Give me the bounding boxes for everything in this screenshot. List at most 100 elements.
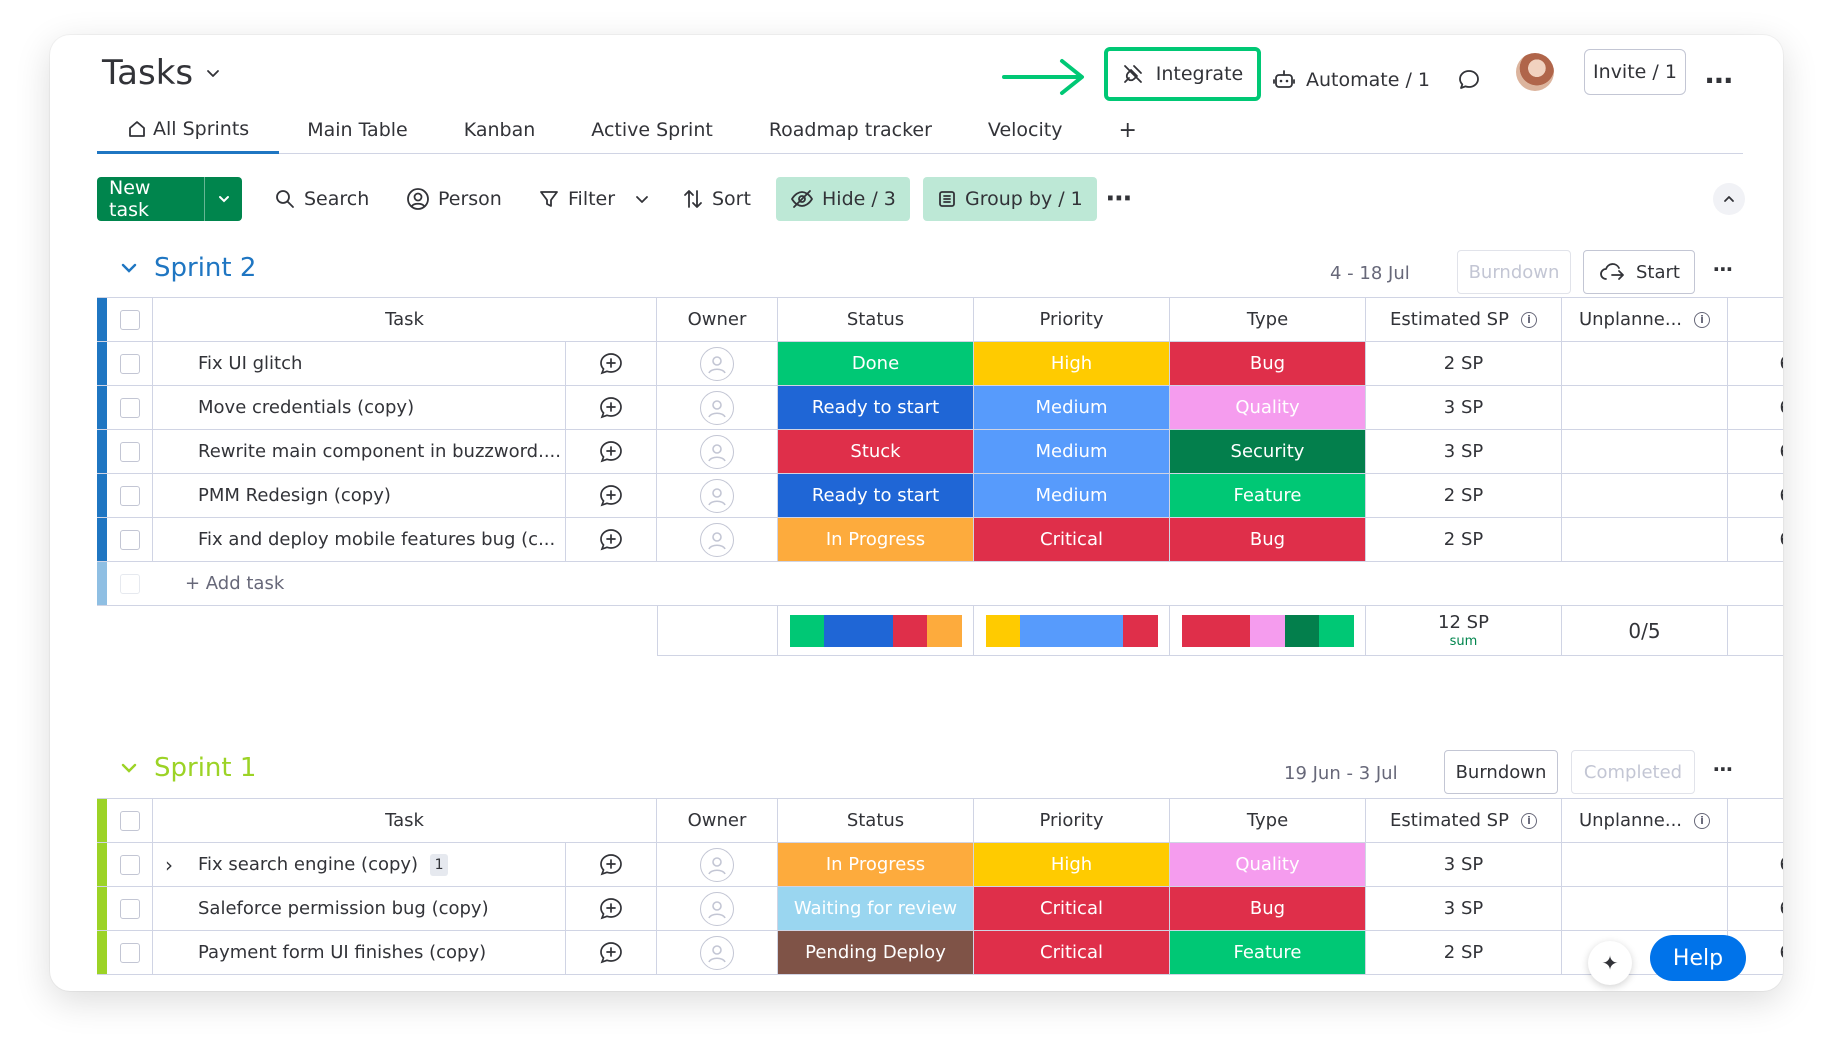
group-by-button[interactable]: Group by / 1 bbox=[923, 177, 1097, 221]
unplanned-cell[interactable] bbox=[1562, 430, 1728, 473]
search-button[interactable]: Search bbox=[274, 177, 369, 221]
add-view-button[interactable]: + bbox=[1090, 107, 1164, 154]
add-update-button[interactable] bbox=[566, 887, 657, 930]
owner-cell[interactable] bbox=[657, 430, 778, 473]
table-row[interactable]: Saleforce permission bug (copy) Waiting f… bbox=[97, 887, 1783, 931]
column-header-estimated-sp[interactable]: Estimated SP i bbox=[1366, 298, 1562, 341]
task-name-cell[interactable]: Payment form UI finishes (copy) bbox=[153, 931, 566, 974]
info-icon[interactable]: i bbox=[1520, 812, 1537, 829]
updates-button[interactable] bbox=[1456, 55, 1482, 105]
group-menu-icon[interactable]: ⋯ bbox=[1713, 257, 1733, 281]
owner-cell[interactable] bbox=[657, 843, 778, 886]
info-icon[interactable]: i bbox=[1694, 311, 1711, 328]
column-header-unplanned[interactable]: Unplanne... i bbox=[1562, 298, 1728, 341]
start-sprint-button[interactable]: Start bbox=[1583, 250, 1695, 294]
unplanned-cell[interactable] bbox=[1562, 386, 1728, 429]
person-filter-button[interactable]: Person bbox=[406, 177, 502, 221]
priority-cell[interactable]: Medium bbox=[974, 430, 1170, 473]
burndown-button[interactable]: Burndown bbox=[1457, 250, 1571, 294]
estimated-sp-cell[interactable]: 2 SP bbox=[1366, 342, 1562, 385]
column-header-owner[interactable]: Owner bbox=[657, 298, 778, 341]
new-task-dropdown[interactable] bbox=[204, 177, 242, 221]
column-header-type[interactable]: Type bbox=[1170, 298, 1366, 341]
status-cell[interactable]: Ready to start bbox=[778, 386, 974, 429]
unplanned-cell[interactable] bbox=[1562, 887, 1728, 930]
column-header-task[interactable]: Task bbox=[153, 298, 657, 341]
estimated-sp-cell[interactable]: 3 SP bbox=[1366, 386, 1562, 429]
hide-columns-button[interactable]: Hide / 3 bbox=[776, 177, 910, 221]
type-cell[interactable]: Bug bbox=[1170, 518, 1366, 561]
status-cell[interactable]: Pending Deploy bbox=[778, 931, 974, 974]
add-update-button[interactable] bbox=[566, 342, 657, 385]
estimated-sp-cell[interactable]: 3 SP bbox=[1366, 843, 1562, 886]
unplanned-cell[interactable] bbox=[1562, 518, 1728, 561]
row-checkbox[interactable] bbox=[107, 386, 153, 429]
tab-main-table[interactable]: Main Table bbox=[279, 107, 436, 154]
row-checkbox[interactable] bbox=[107, 887, 153, 930]
table-row[interactable]: › Fix search engine (copy) 1 In Progress Hig… bbox=[97, 843, 1783, 887]
task-name-cell[interactable]: › Fix search engine (copy) 1 bbox=[153, 843, 566, 886]
add-update-button[interactable] bbox=[566, 843, 657, 886]
add-task-input[interactable]: + Add task bbox=[153, 562, 1783, 605]
owner-cell[interactable] bbox=[657, 386, 778, 429]
type-cell[interactable]: Bug bbox=[1170, 887, 1366, 930]
task-name-cell[interactable]: Fix and deploy mobile features bug (c... bbox=[153, 518, 566, 561]
more-toolbar-icon[interactable]: ⋯ bbox=[1106, 177, 1132, 221]
type-cell[interactable]: Feature bbox=[1170, 931, 1366, 974]
type-cell[interactable]: Security bbox=[1170, 430, 1366, 473]
column-header-owner[interactable]: Owner bbox=[657, 799, 778, 842]
invite-button[interactable]: Invite / 1 bbox=[1584, 49, 1686, 95]
burndown-button[interactable]: Burndown bbox=[1444, 750, 1558, 794]
task-name-cell[interactable]: Move credentials (copy) bbox=[153, 386, 566, 429]
row-checkbox[interactable] bbox=[107, 518, 153, 561]
summary-type[interactable] bbox=[1170, 606, 1366, 656]
table-row[interactable]: Move credentials (copy) Ready to start Med… bbox=[97, 386, 1783, 430]
tab-kanban[interactable]: Kanban bbox=[436, 107, 564, 154]
row-checkbox[interactable] bbox=[107, 474, 153, 517]
filter-button[interactable]: Filter bbox=[538, 177, 651, 221]
estimated-sp-cell[interactable]: 2 SP bbox=[1366, 931, 1562, 974]
estimated-sp-cell[interactable]: 2 SP bbox=[1366, 474, 1562, 517]
expand-subitems-icon[interactable]: › bbox=[165, 853, 173, 877]
table-row[interactable]: Fix UI glitch Done High Bug 2 SP 6 bbox=[97, 342, 1783, 386]
column-header-task[interactable]: Task bbox=[153, 799, 657, 842]
priority-cell[interactable]: Medium bbox=[974, 386, 1170, 429]
ai-assistant-icon[interactable]: ✦ bbox=[1588, 941, 1632, 985]
add-update-button[interactable] bbox=[566, 430, 657, 473]
column-header-priority[interactable]: Priority bbox=[974, 298, 1170, 341]
estimated-sp-cell[interactable]: 2 SP bbox=[1366, 518, 1562, 561]
add-update-button[interactable] bbox=[566, 931, 657, 974]
row-checkbox[interactable] bbox=[107, 342, 153, 385]
automate-button[interactable]: Automate / 1 bbox=[1272, 55, 1430, 105]
row-checkbox[interactable] bbox=[107, 843, 153, 886]
info-icon[interactable]: i bbox=[1520, 311, 1537, 328]
task-name-cell[interactable]: Rewrite main component in buzzword.... bbox=[153, 430, 566, 473]
column-header-status[interactable]: Status bbox=[778, 298, 974, 341]
priority-cell[interactable]: Medium bbox=[974, 474, 1170, 517]
tab-active-sprint[interactable]: Active Sprint bbox=[563, 107, 741, 154]
priority-cell[interactable]: Critical bbox=[974, 887, 1170, 930]
select-all-checkbox[interactable] bbox=[107, 298, 153, 341]
integrate-button[interactable]: Integrate bbox=[1104, 47, 1261, 101]
priority-cell[interactable]: High bbox=[974, 342, 1170, 385]
owner-cell[interactable] bbox=[657, 931, 778, 974]
completed-button[interactable]: Completed bbox=[1571, 750, 1695, 794]
help-button[interactable]: Help bbox=[1650, 935, 1746, 981]
table-row[interactable]: Rewrite main component in buzzword.... St… bbox=[97, 430, 1783, 474]
add-update-button[interactable] bbox=[566, 474, 657, 517]
board-title[interactable]: Tasks bbox=[102, 53, 223, 93]
user-avatar[interactable] bbox=[1516, 53, 1554, 91]
add-update-button[interactable] bbox=[566, 518, 657, 561]
task-name-cell[interactable]: Fix UI glitch bbox=[153, 342, 566, 385]
task-name-cell[interactable]: Saleforce permission bug (copy) bbox=[153, 887, 566, 930]
table-row[interactable]: PMM Redesign (copy) Ready to start Medium F… bbox=[97, 474, 1783, 518]
column-header-status[interactable]: Status bbox=[778, 799, 974, 842]
group-title-sprint-1[interactable]: Sprint 1 bbox=[118, 753, 256, 783]
column-header-estimated-sp[interactable]: Estimated SP i bbox=[1366, 799, 1562, 842]
column-header-unplanned[interactable]: Unplanne... i bbox=[1562, 799, 1728, 842]
priority-cell[interactable]: Critical bbox=[974, 518, 1170, 561]
type-cell[interactable]: Quality bbox=[1170, 386, 1366, 429]
estimated-sp-cell[interactable]: 3 SP bbox=[1366, 430, 1562, 473]
table-row[interactable]: Payment form UI finishes (copy) Pending D… bbox=[97, 931, 1783, 975]
unplanned-cell[interactable] bbox=[1562, 342, 1728, 385]
